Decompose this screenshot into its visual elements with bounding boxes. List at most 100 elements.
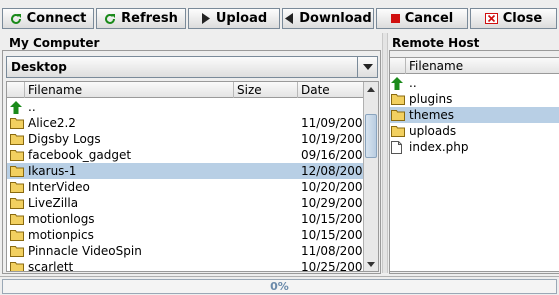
table-row[interactable]: scarlett 10/25/200... — [7, 259, 363, 272]
icon-column-header — [7, 82, 25, 98]
refresh-button[interactable]: Refresh — [96, 8, 186, 29]
parent-directory-icon — [10, 101, 24, 114]
remote-file-table: Filename .. plugins themes uploads index.php — [389, 57, 559, 272]
filename-cell: uploads — [409, 124, 457, 138]
local-file-table: Filename Size Date .. Alice2.2 11/09/200..… — [6, 81, 379, 272]
folder-icon — [10, 117, 24, 129]
filename-cell: index.php — [409, 140, 469, 154]
filename-cell: scarlett — [28, 260, 74, 272]
local-pane-title: My Computer — [9, 36, 100, 50]
table-row[interactable]: themes — [390, 107, 559, 123]
transfer-progress-bar: 0% — [2, 279, 557, 294]
filename-cell: plugins — [409, 92, 453, 106]
file-icon — [391, 141, 405, 154]
remote-table-header: Filename — [390, 58, 559, 74]
folder-icon — [10, 245, 24, 257]
local-table-header: Filename Size Date — [7, 82, 363, 98]
size-cell — [237, 163, 297, 179]
local-location-dropdown[interactable]: Desktop — [6, 56, 378, 78]
size-cell — [237, 99, 297, 115]
date-cell: 10/25/200... — [301, 260, 363, 272]
filename-cell: Ikarus-1 — [28, 164, 77, 178]
date-cell: 10/19/200... — [301, 132, 363, 146]
date-cell: 12/08/200... — [301, 164, 363, 178]
filename-cell: Alice2.2 — [28, 116, 76, 130]
date-cell: 10/20/200... — [301, 180, 363, 194]
folder-icon — [10, 149, 24, 161]
date-cell: 09/16/200... — [301, 148, 363, 162]
date-cell — [301, 99, 363, 115]
filename-cell: Digsby Logs — [28, 132, 101, 146]
table-row[interactable]: .. — [7, 99, 363, 115]
date-cell: 11/08/200... — [301, 244, 363, 258]
size-cell — [237, 179, 297, 195]
folder-icon — [391, 109, 405, 121]
table-row[interactable]: index.php — [390, 139, 559, 155]
download-button[interactable]: Download — [282, 8, 374, 29]
table-row[interactable]: facebook_gadget 09/16/200... — [7, 147, 363, 163]
table-row[interactable]: .. — [390, 75, 559, 91]
status-bar: 0% — [0, 276, 559, 295]
table-row[interactable]: motionlogs 10/15/200... — [7, 211, 363, 227]
filename-cell: .. — [28, 100, 36, 114]
folder-icon — [10, 261, 24, 271]
play-right-icon — [201, 13, 210, 24]
table-row[interactable]: Ikarus-1 12/08/200... — [7, 163, 363, 179]
size-column-header[interactable]: Size — [234, 82, 298, 98]
folder-icon — [391, 125, 405, 137]
filename-cell: LiveZilla — [28, 196, 79, 210]
download-label: Download — [299, 11, 372, 26]
parent-directory-icon — [391, 77, 405, 90]
folder-icon — [10, 181, 24, 193]
date-cell: 10/15/200... — [301, 228, 363, 242]
toolbar: Connect Refresh Upload Download Cancel C… — [0, 0, 559, 30]
date-column-header[interactable]: Date — [298, 82, 363, 98]
table-row[interactable]: plugins — [390, 91, 559, 107]
table-row[interactable]: LiveZilla 10/29/200... — [7, 195, 363, 211]
filename-cell: InterVideo — [28, 180, 90, 194]
refresh-label: Refresh — [121, 11, 178, 26]
size-cell — [237, 227, 297, 243]
date-cell: 10/15/200... — [301, 212, 363, 226]
local-vertical-scrollbar[interactable] — [363, 82, 378, 271]
table-row[interactable]: Digsby Logs 10/19/200... — [7, 131, 363, 147]
table-row[interactable]: Alice2.2 11/09/200... — [7, 115, 363, 131]
upload-button[interactable]: Upload — [188, 8, 280, 29]
table-row[interactable]: InterVideo 10/20/200... — [7, 179, 363, 195]
refresh-icon — [10, 13, 21, 24]
split-pane-divider[interactable] — [382, 33, 388, 273]
cancel-button[interactable]: Cancel — [376, 8, 468, 29]
folder-icon — [10, 213, 24, 225]
filename-cell: .. — [409, 76, 417, 90]
filename-column-header[interactable]: Filename — [406, 58, 559, 74]
date-cell: 11/09/200... — [301, 116, 363, 130]
filename-cell: facebook_gadget — [28, 148, 132, 162]
table-row[interactable]: motionpics 10/15/200... — [7, 227, 363, 243]
size-cell — [237, 147, 297, 163]
size-cell — [237, 131, 297, 147]
scroll-thumb[interactable] — [365, 114, 377, 158]
close-button[interactable]: Close — [470, 8, 557, 29]
scroll-down-icon[interactable] — [364, 257, 378, 271]
remote-pane-title: Remote Host — [392, 36, 480, 50]
filename-column-header[interactable]: Filename — [25, 82, 234, 98]
folder-icon — [10, 133, 24, 145]
filename-cell: motionpics — [28, 228, 94, 242]
filename-cell: motionlogs — [28, 212, 95, 226]
local-location-value: Desktop — [11, 60, 67, 74]
upload-label: Upload — [215, 11, 268, 26]
filename-cell: themes — [409, 108, 455, 122]
size-cell — [237, 195, 297, 211]
chevron-down-icon[interactable] — [357, 57, 377, 77]
table-row[interactable]: uploads — [390, 123, 559, 139]
size-cell — [237, 115, 297, 131]
folder-icon — [10, 197, 24, 209]
stop-square-icon — [390, 14, 400, 23]
table-row[interactable]: Pinnacle VideoSpin 11/08/200... — [7, 243, 363, 259]
connect-button[interactable]: Connect — [2, 8, 94, 29]
folder-icon — [10, 165, 24, 177]
filename-cell: Pinnacle VideoSpin — [28, 244, 142, 258]
scroll-up-icon[interactable] — [364, 82, 378, 96]
close-label: Close — [502, 11, 543, 26]
refresh-icon — [105, 13, 116, 24]
